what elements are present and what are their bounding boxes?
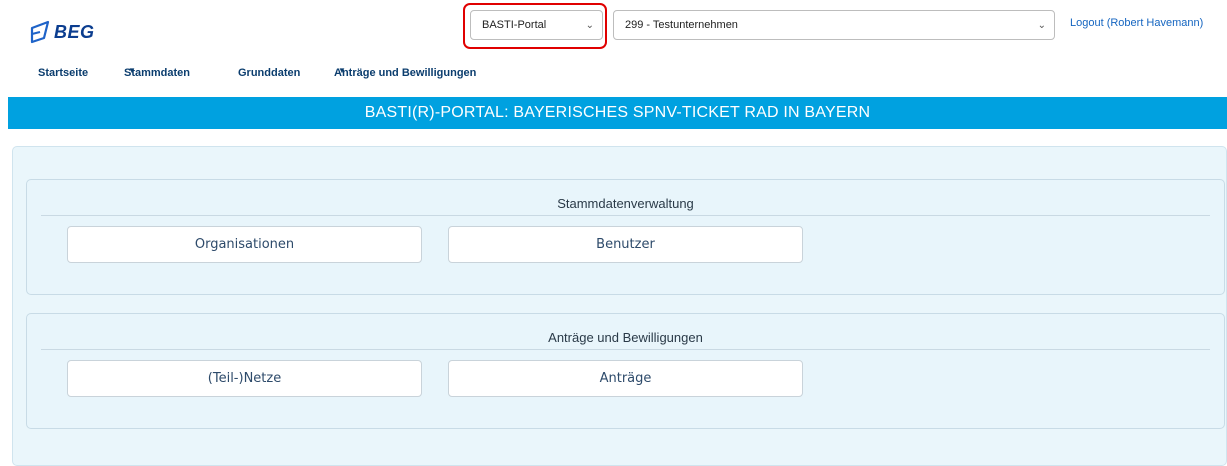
beg-logo-icon [30,20,50,44]
section-divider [41,349,1210,350]
company-select[interactable]: 299 - Testunternehmen ⌄ [613,10,1055,40]
teilnetze-button[interactable]: (Teil-)Netze [67,360,422,397]
organisationen-button[interactable]: Organisationen [67,226,422,263]
section-divider [41,215,1210,216]
antraege-button[interactable]: Anträge [448,360,803,397]
beg-logo[interactable]: BEG [30,20,95,44]
caret-down-icon: ▼ [338,66,346,75]
portal-select-highlight [463,3,607,49]
page-banner: BASTI(R)-PORTAL: BAYERISCHES SPNV-TICKET… [8,97,1227,129]
section-stammdatenverwaltung: Stammdatenverwaltung Organisationen Benu… [26,179,1225,295]
chevron-down-icon: ⌄ [1037,20,1046,31]
section-title: Anträge und Bewilligungen [548,330,703,345]
page-title: BASTI(R)-PORTAL: BAYERISCHES SPNV-TICKET… [364,104,871,121]
benutzer-button[interactable]: Benutzer [448,226,803,263]
section-title: Stammdatenverwaltung [557,196,694,211]
logout-link[interactable]: Logout (Robert Havemann) [1070,17,1203,29]
company-select-value: 299 - Testunternehmen [625,19,738,31]
section-antraege-bewilligungen: Anträge und Bewilligungen (Teil-)Netze A… [26,313,1225,429]
caret-down-icon: ▼ [128,66,136,75]
logo-text: BEG [54,21,95,42]
